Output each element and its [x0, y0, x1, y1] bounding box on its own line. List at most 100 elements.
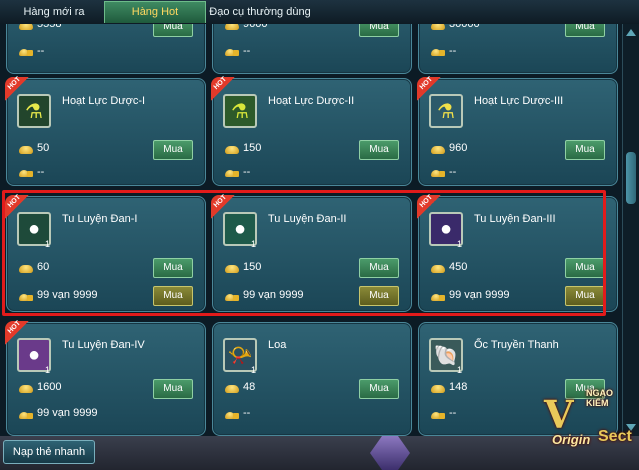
ingot-icon	[225, 265, 239, 273]
shop-card-partial: 30000 Mua --	[418, 24, 618, 74]
item-price: 148	[449, 381, 468, 393]
buy-button[interactable]: Mua	[565, 24, 605, 37]
buy-bound-button[interactable]: Mua	[153, 286, 193, 306]
item-price: 30000	[449, 24, 480, 30]
tab-new-items[interactable]: Hàng mới ra	[8, 2, 100, 22]
ingot-icon	[19, 265, 33, 273]
ingot-icon	[431, 265, 445, 273]
ingot-icon	[19, 385, 33, 393]
buy-button[interactable]: Mua	[359, 140, 399, 160]
item-price-bound: --	[449, 45, 457, 57]
item-price-bound: --	[243, 166, 251, 178]
scroll-up-icon[interactable]	[626, 29, 636, 36]
potion-icon: ⚗	[17, 94, 51, 128]
ingot-icon	[225, 385, 239, 393]
shop-card: HOT ● 1 Tu Luyện Đan-II 150 Mua 99 vạn 9…	[211, 194, 412, 312]
buy-button[interactable]: Mua	[153, 24, 193, 37]
item-price-bound: --	[449, 407, 457, 419]
item-quantity: 1	[45, 239, 51, 249]
buy-button[interactable]: Mua	[565, 258, 605, 278]
item-price-bound: 99 vạn 9999	[37, 289, 98, 301]
shop-card: HOT ⚗ Hoạt Lực Dược-II 150 Mua --	[211, 76, 412, 186]
locked-ingot-icon	[225, 47, 239, 57]
buy-button[interactable]: Mua	[153, 379, 193, 399]
scroll-thumb[interactable]	[626, 152, 636, 204]
ingot-icon	[19, 146, 33, 154]
item-price: 60	[37, 261, 50, 273]
item-price-bound: 99 vạn 9999	[37, 407, 98, 419]
item-name: Ốc Truyền Thanh	[474, 339, 559, 351]
shop-grid: 5558 Mua -- 9600 Mua -- 30000 Mua -- HOT…	[0, 24, 622, 436]
item-price: 48	[243, 381, 256, 393]
buy-bound-button[interactable]: Mua	[565, 286, 605, 306]
locked-ingot-icon	[431, 168, 445, 178]
item-name: Tu Luyện Đan-III	[474, 213, 556, 225]
item-name: Hoạt Lực Dược-II	[268, 95, 355, 107]
locked-ingot-icon	[225, 410, 239, 420]
locked-ingot-icon	[19, 168, 33, 178]
item-price: 9600	[243, 24, 268, 30]
tab-bar: Hàng mới ra Hàng Hot Đạo cụ thường dùng	[0, 0, 639, 25]
locked-ingot-icon	[225, 168, 239, 178]
locked-ingot-icon	[225, 292, 239, 302]
item-price-bound: --	[243, 407, 251, 419]
potion-icon: ⚗	[223, 94, 257, 128]
shop-card: 📯 1 Loa 48 Mua --	[212, 322, 412, 436]
tab-common-items[interactable]: Đạo cụ thường dùng	[206, 2, 314, 22]
item-price-bound: --	[243, 45, 251, 57]
shop-card-partial: 9600 Mua --	[212, 24, 412, 74]
item-name: Loa	[268, 339, 287, 351]
shop-card: HOT ● 1 Tu Luyện Đan-IV 1600 Mua 99 vạn …	[5, 320, 206, 436]
item-price-bound: --	[449, 166, 457, 178]
game-logo: V NGẠO KIẾM Origin Sect	[544, 388, 632, 447]
item-price: 960	[449, 142, 468, 154]
buy-button[interactable]: Mua	[153, 258, 193, 278]
item-price-bound: 99 vạn 9999	[243, 289, 304, 301]
item-price: 1600	[37, 381, 62, 393]
item-price: 150	[243, 142, 262, 154]
buy-button[interactable]: Mua	[359, 24, 399, 37]
item-price-bound: --	[37, 166, 45, 178]
item-quantity: 1	[457, 239, 463, 249]
locked-ingot-icon	[19, 47, 33, 57]
ingot-icon	[431, 146, 445, 154]
ingot-icon	[19, 24, 33, 30]
item-quantity: 1	[251, 365, 257, 375]
ingot-icon	[431, 385, 445, 393]
item-name: Hoạt Lực Dược-I	[62, 95, 146, 107]
item-price: 50	[37, 142, 50, 154]
locked-ingot-icon	[19, 410, 33, 420]
shop-card: HOT ⚗ Hoạt Lực Dược-III 960 Mua --	[417, 76, 618, 186]
ingot-icon	[225, 146, 239, 154]
item-name: Tu Luyện Đan-I	[62, 213, 138, 225]
buy-button[interactable]: Mua	[359, 258, 399, 278]
buy-bound-button[interactable]: Mua	[359, 286, 399, 306]
buy-button[interactable]: Mua	[359, 379, 399, 399]
potion-icon: ⚗	[429, 94, 463, 128]
item-price-bound: 99 vạn 9999	[449, 289, 510, 301]
item-price-bound: --	[37, 45, 45, 57]
item-quantity: 1	[251, 239, 257, 249]
shop-card: HOT ⚗ Hoạt Lực Dược-I 50 Mua --	[5, 76, 206, 186]
shop-card: HOT ● 1 Tu Luyện Đan-III 450 Mua 99 vạn …	[417, 194, 618, 312]
scrollbar[interactable]	[622, 24, 639, 436]
buy-button[interactable]: Mua	[565, 140, 605, 160]
shop-card-partial: 5558 Mua --	[6, 24, 206, 74]
item-name: Tu Luyện Đan-II	[268, 213, 347, 225]
item-price: 150	[243, 261, 262, 273]
buy-button[interactable]: Mua	[153, 140, 193, 160]
quick-recharge-button[interactable]: Nạp thẻ nhanh	[3, 440, 95, 464]
locked-ingot-icon	[431, 47, 445, 57]
locked-ingot-icon	[19, 292, 33, 302]
item-quantity: 1	[45, 365, 51, 375]
shop-card: HOT ● 1 Tu Luyện Đan-I 60 Mua 99 vạn 999…	[5, 194, 206, 312]
locked-ingot-icon	[431, 410, 445, 420]
item-price: 5558	[37, 24, 62, 30]
item-price: 450	[449, 261, 468, 273]
locked-ingot-icon	[431, 292, 445, 302]
ingot-icon	[431, 24, 445, 30]
item-name: Hoạt Lực Dược-III	[474, 95, 564, 107]
tab-hot-items[interactable]: Hàng Hot	[104, 1, 206, 23]
item-name: Tu Luyện Đan-IV	[62, 339, 145, 351]
ingot-icon	[225, 24, 239, 30]
